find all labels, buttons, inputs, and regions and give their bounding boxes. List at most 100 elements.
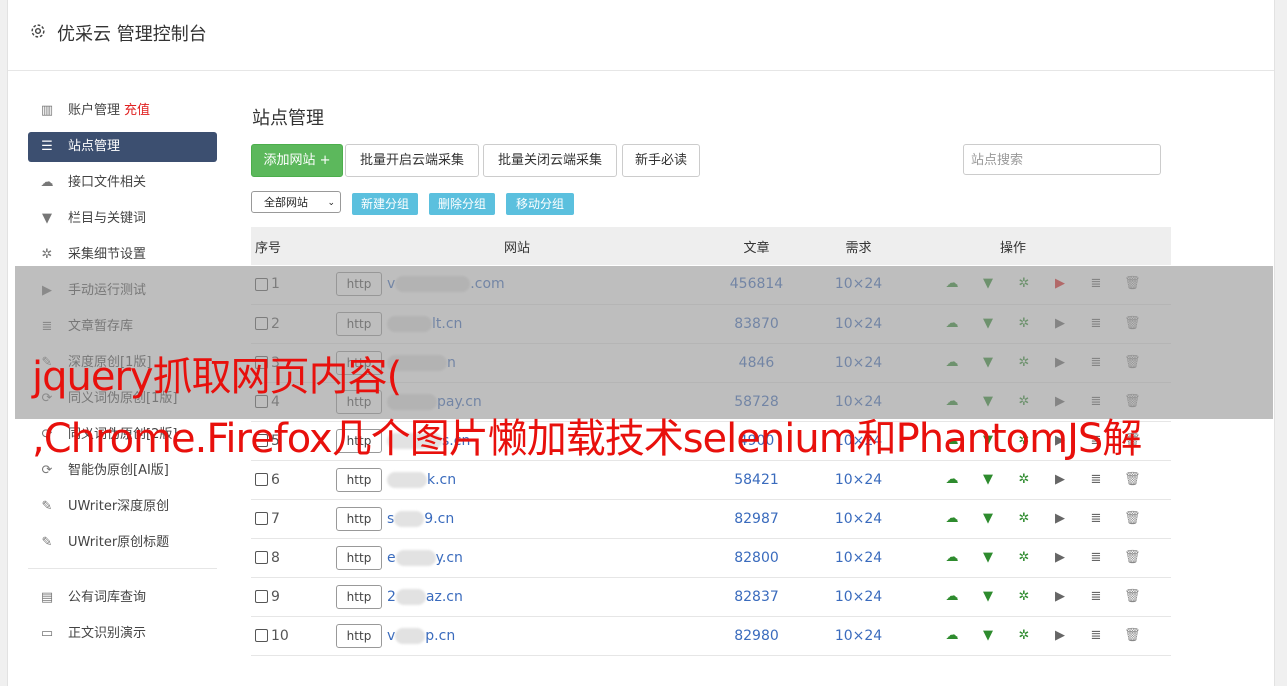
- edit-icon: ✎: [41, 499, 53, 514]
- site-link[interactable]: 2 az.cn: [387, 588, 463, 605]
- site-link[interactable]: k.cn: [387, 471, 457, 488]
- play-icon[interactable]: ▶: [1052, 511, 1068, 527]
- ops-cell: ☁ ▼ ✲ ▶ ≣ 🗑: [912, 499, 1171, 538]
- filter-icon[interactable]: ▼: [980, 628, 996, 644]
- table-row: 7 http s 9.cn 82987 10×24 ☁ ▼ ✲ ▶ ≣ 🗑: [251, 499, 1171, 538]
- cloud-upload-icon[interactable]: ☁: [944, 550, 960, 566]
- articles-count[interactable]: 82800: [708, 538, 805, 577]
- gears-icon[interactable]: ✲: [1016, 472, 1032, 488]
- articles-count[interactable]: 58421: [708, 460, 805, 499]
- site-link[interactable]: s 9.cn: [387, 510, 455, 527]
- database-icon[interactable]: ≣: [1088, 511, 1104, 527]
- trash-icon[interactable]: 🗑: [1124, 511, 1141, 527]
- cloud-upload-icon[interactable]: ☁: [944, 511, 960, 527]
- sidebar-item[interactable]: ✎ UWriter原创标题: [28, 528, 217, 558]
- site-suffix: az.cn: [425, 588, 463, 605]
- book-icon: ▤: [40, 590, 54, 605]
- demand-value: 10×24: [834, 627, 883, 644]
- bar-chart-icon: ▥: [40, 103, 54, 118]
- site-suffix: y.cn: [435, 549, 463, 566]
- table-header-row: 序号 网站 文章 需求 操作: [251, 227, 1171, 265]
- sidebar-item-label: 正文识别演示: [68, 626, 147, 641]
- row-seq: 9: [271, 588, 280, 605]
- seq-cell: 7: [251, 499, 326, 538]
- cloud-icon: ☁: [40, 175, 54, 190]
- group-select[interactable]: 全部网站 ⌄: [251, 191, 341, 213]
- sidebar-divider: [28, 568, 217, 569]
- row-seq: 10: [271, 627, 289, 644]
- filter-icon[interactable]: ▼: [980, 472, 996, 488]
- site-suffix: k.cn: [427, 471, 457, 488]
- guide-button[interactable]: 新手必读: [622, 144, 700, 177]
- sidebar-item[interactable]: ▼ 栏目与关键词: [28, 204, 217, 234]
- batch-enable-button[interactable]: 批量开启云端采集: [345, 144, 479, 177]
- overlay-line-2: ,Chrome.Firefox几个图片懒加载技术selenium和Phantom…: [32, 416, 1142, 462]
- table-row: 9 http 2 az.cn 82837 10×24 ☁ ▼ ✲ ▶ ≣ 🗑: [251, 577, 1171, 616]
- row-checkbox[interactable]: [255, 512, 268, 525]
- trash-icon[interactable]: 🗑: [1124, 628, 1141, 644]
- row-seq: 8: [271, 549, 280, 566]
- cloud-upload-icon[interactable]: ☁: [944, 589, 960, 605]
- play-icon[interactable]: ▶: [1052, 628, 1068, 644]
- protocol-badge[interactable]: http: [336, 584, 382, 609]
- protocol-badge[interactable]: http: [336, 506, 382, 531]
- articles-count[interactable]: 82837: [708, 577, 805, 616]
- row-checkbox[interactable]: [255, 590, 268, 603]
- site-prefix: v: [387, 627, 396, 644]
- page-title: 站点管理: [252, 108, 324, 129]
- database-icon[interactable]: ≣: [1088, 589, 1104, 605]
- seq-cell: 9: [251, 577, 326, 616]
- row-checkbox[interactable]: [255, 473, 268, 486]
- site-link[interactable]: e y.cn: [387, 549, 463, 566]
- trash-icon[interactable]: 🗑: [1124, 589, 1141, 605]
- protocol-badge[interactable]: http: [336, 623, 382, 648]
- trash-icon[interactable]: 🗑: [1124, 550, 1141, 566]
- row-checkbox[interactable]: [255, 629, 268, 642]
- demand-value: 10×24: [834, 471, 883, 488]
- move-group-button[interactable]: 移动分组: [506, 193, 574, 215]
- cloud-upload-icon[interactable]: ☁: [944, 628, 960, 644]
- articles-count[interactable]: 82987: [708, 499, 805, 538]
- new-group-button[interactable]: 新建分组: [352, 193, 418, 215]
- trash-icon[interactable]: 🗑: [1124, 472, 1141, 488]
- sidebar-item[interactable]: ▥ 账户管理 充值: [28, 96, 217, 126]
- gears-icon[interactable]: ✲: [1016, 589, 1032, 605]
- sidebar-item-label: 采集细节设置: [68, 247, 147, 262]
- protocol-badge[interactable]: http: [336, 467, 382, 492]
- site-link[interactable]: v p.cn: [387, 627, 455, 644]
- play-icon[interactable]: ▶: [1052, 472, 1068, 488]
- batch-disable-button[interactable]: 批量关闭云端采集: [483, 144, 617, 177]
- play-icon[interactable]: ▶: [1052, 550, 1068, 566]
- sidebar-item[interactable]: ☰ 站点管理: [28, 132, 217, 162]
- gears-icon[interactable]: ✲: [1016, 628, 1032, 644]
- sidebar-item[interactable]: ▭ 正文识别演示: [28, 619, 217, 649]
- gears-icon[interactable]: ✲: [1016, 550, 1032, 566]
- demand-value: 10×24: [834, 510, 883, 527]
- delete-group-button[interactable]: 删除分组: [429, 193, 495, 215]
- site-search-input[interactable]: 站点搜索: [963, 144, 1161, 175]
- add-site-button[interactable]: 添加网站 +: [251, 144, 343, 177]
- sidebar-item[interactable]: ☁ 接口文件相关: [28, 168, 217, 198]
- cloud-upload-icon[interactable]: ☁: [944, 472, 960, 488]
- site-cell: http 2 az.cn: [326, 577, 708, 616]
- sidebar-item[interactable]: ▤ 公有词库查询: [28, 583, 217, 613]
- play-icon[interactable]: ▶: [1052, 589, 1068, 605]
- filter-icon[interactable]: ▼: [980, 511, 996, 527]
- gears-icon[interactable]: ✲: [1016, 511, 1032, 527]
- sidebar-item-label: UWriter原创标题: [68, 535, 170, 550]
- redacted-blur: [394, 510, 425, 527]
- col-ops: 操作: [1000, 240, 1027, 256]
- database-icon[interactable]: ≣: [1088, 472, 1104, 488]
- gears-icon: ✲: [41, 247, 53, 262]
- articles-count[interactable]: 82980: [708, 616, 805, 655]
- filter-icon[interactable]: ▼: [980, 589, 996, 605]
- recharge-link[interactable]: 充值: [124, 103, 150, 118]
- sidebar-item[interactable]: ✎ UWriter深度原创: [28, 492, 217, 522]
- database-icon[interactable]: ≣: [1088, 550, 1104, 566]
- database-icon[interactable]: ≣: [1088, 628, 1104, 644]
- filter-icon[interactable]: ▼: [980, 550, 996, 566]
- toolbar: 添加网站 + 批量开启云端采集 批量关闭云端采集 新手必读 站点搜索: [251, 144, 1171, 177]
- row-checkbox[interactable]: [255, 551, 268, 564]
- site-suffix: 9.cn: [424, 510, 455, 527]
- protocol-badge[interactable]: http: [336, 545, 382, 570]
